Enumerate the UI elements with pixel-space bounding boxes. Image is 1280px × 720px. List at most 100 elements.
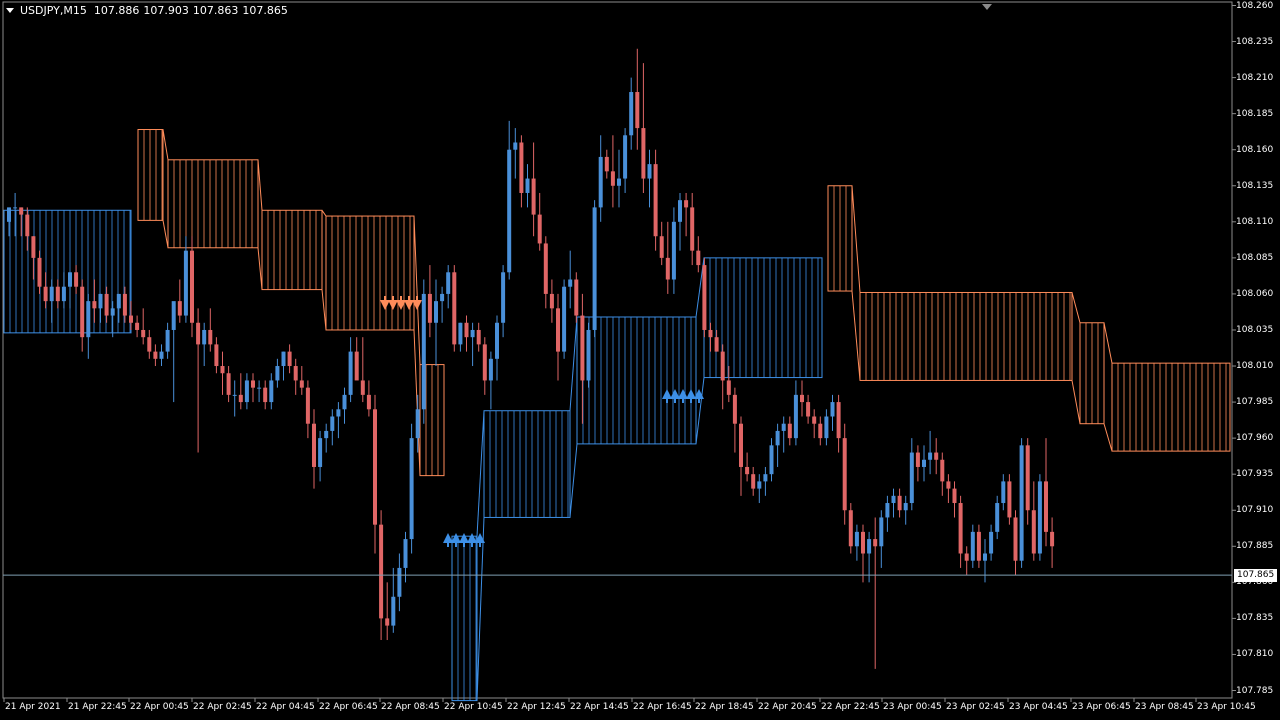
candle-body (336, 409, 341, 417)
candle-body (348, 351, 353, 395)
price-tick-label: 107.810 (1236, 649, 1274, 660)
candle-body (751, 474, 756, 489)
candle-body (543, 243, 548, 294)
zone-connector (1103, 322, 1113, 364)
candle-body (269, 380, 274, 403)
candle-body (922, 459, 926, 467)
candle-body (568, 279, 573, 287)
candle-body (61, 286, 66, 302)
candle-body (116, 293, 121, 309)
candle-body (427, 293, 432, 323)
candle-body (824, 416, 829, 439)
candle-body (970, 531, 975, 561)
candle-body (1013, 517, 1018, 561)
candle-body (696, 250, 701, 266)
zone-connector (695, 377, 705, 444)
price-tick-label: 107.835 (1236, 613, 1274, 624)
candle-body (714, 337, 719, 352)
candle-body (147, 337, 152, 352)
price-tick-label: 108.160 (1236, 144, 1274, 155)
candle-body (915, 452, 920, 467)
candle-body (31, 236, 36, 258)
zone-connector (321, 289, 327, 331)
price-tick-label: 108.085 (1236, 252, 1274, 263)
candle-body (74, 272, 79, 287)
candle-body (665, 257, 670, 280)
candle-body (702, 265, 707, 330)
price-tick-label: 107.960 (1236, 433, 1274, 444)
candle-body (690, 207, 695, 251)
candle-body (501, 272, 506, 323)
price-tick-label: 108.235 (1236, 36, 1274, 47)
candle-body (885, 503, 890, 518)
candle-body (92, 301, 97, 309)
candle-body (397, 567, 402, 597)
close-value: 107.865 (242, 4, 288, 17)
candle-body (793, 394, 798, 439)
candle-body (354, 351, 359, 381)
time-tick-label: 21 Apr 22:45 (68, 702, 127, 712)
candle-body (604, 156, 609, 172)
candle-body (537, 214, 542, 244)
price-tick-label: 108.210 (1236, 72, 1274, 83)
candle-body (275, 366, 280, 381)
candle-body (678, 200, 682, 222)
zone-box-4 (325, 215, 415, 331)
candle-body (928, 452, 933, 460)
high-value: 107.903 (143, 4, 189, 17)
candle-body (403, 539, 408, 568)
candle-body (257, 387, 262, 389)
candle-body (183, 250, 188, 316)
time-tick-label: 22 Apr 02:45 (193, 702, 252, 712)
candle-body (720, 351, 725, 381)
candle-body (763, 474, 768, 482)
chart-shift-marker-icon[interactable] (982, 4, 992, 10)
price-tick-label: 107.785 (1236, 685, 1274, 696)
candle-body (37, 257, 42, 287)
price-tick-label: 108.185 (1236, 108, 1274, 119)
candle-body (238, 394, 243, 403)
candle-body (513, 142, 518, 150)
candle-body (122, 293, 127, 316)
candle-body (446, 272, 451, 294)
candle-body (135, 322, 140, 330)
candle-body (305, 387, 310, 424)
time-tick-label: 22 Apr 12:45 (507, 702, 566, 712)
zone-connector (162, 220, 169, 248)
candle-body (293, 366, 298, 381)
time-tick-label: 23 Apr 10:45 (1197, 702, 1256, 712)
zone-box-2 (167, 159, 259, 249)
time-tick-label: 22 Apr 08:45 (381, 702, 440, 712)
candle-body (312, 423, 316, 467)
candle-body (165, 329, 170, 352)
candle-body (415, 409, 420, 439)
time-tick-label: 22 Apr 20:45 (758, 702, 817, 712)
candle-body (324, 430, 329, 439)
candle-body (13, 207, 18, 209)
zone-connector (257, 159, 263, 211)
candle-body (98, 293, 103, 309)
candle-body (440, 293, 445, 302)
candle-body (671, 221, 676, 280)
price-tick-label: 108.010 (1236, 361, 1274, 372)
candle-body (800, 394, 804, 403)
candle-body (1001, 481, 1006, 504)
candle-body (586, 329, 591, 381)
candle-body (318, 438, 323, 467)
open-value: 107.886 (93, 4, 140, 17)
candle-body (867, 539, 872, 554)
candle-body (854, 531, 859, 547)
dropdown-triangle-icon[interactable] (6, 8, 14, 13)
candle-body (781, 423, 786, 431)
zone-connector (257, 247, 263, 290)
candle-body (1050, 531, 1055, 547)
price-chart[interactable] (0, 0, 1280, 720)
candle-body (190, 250, 194, 323)
candle-body (409, 438, 414, 540)
candle-body (263, 387, 268, 403)
candle-body (1007, 481, 1012, 518)
candle-body (464, 322, 469, 338)
candle-body (7, 207, 11, 222)
candle-body (989, 531, 994, 554)
price-tick-label: 107.885 (1236, 541, 1274, 552)
